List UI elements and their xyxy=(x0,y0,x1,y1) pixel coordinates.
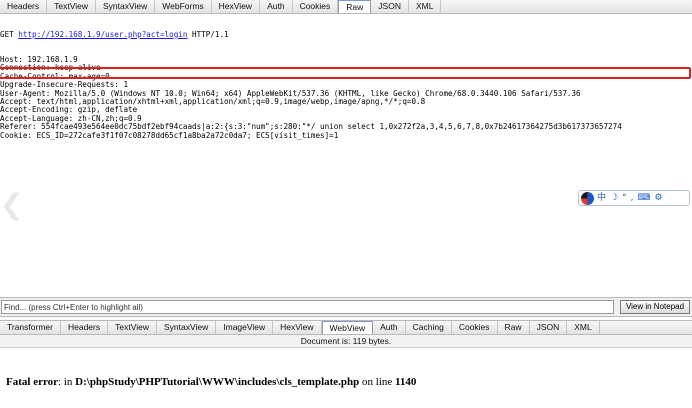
ime-chinese-mode-icon[interactable]: 中 xyxy=(597,191,606,205)
ime-moon-icon[interactable]: ☽ xyxy=(610,191,618,205)
ime-punctuation-icon[interactable]: , xyxy=(631,191,634,205)
ime-logo-icon[interactable] xyxy=(581,191,594,205)
response-tab-webview[interactable]: WebView xyxy=(321,321,374,334)
request-method: GET xyxy=(0,30,19,39)
ime-settings-icon[interactable]: ⚙ xyxy=(654,191,662,205)
request-tab-raw[interactable]: Raw xyxy=(338,0,372,13)
request-tab-webforms[interactable]: WebForms xyxy=(155,0,212,13)
request-header-line: User-Agent: Mozilla/5.0 (Windows NT 10.0… xyxy=(0,89,581,98)
request-tab-headers[interactable]: Headers xyxy=(0,0,48,13)
request-tab-xml[interactable]: XML xyxy=(409,0,442,13)
error-text: on line xyxy=(359,376,396,388)
request-header-line: Host: 192.168.1.9 xyxy=(0,56,78,65)
response-tab-cookies[interactable]: Cookies xyxy=(452,321,498,334)
referer-highlight-box xyxy=(0,67,691,79)
ime-toolbar[interactable]: 中 ☽ °, ⌨ ⚙ xyxy=(578,190,690,206)
response-tab-headers[interactable]: Headers xyxy=(61,321,109,334)
error-file-path: D:\phpStudy\PHPTutorial\WWW\includes\cls… xyxy=(75,376,360,388)
response-tab-hexview[interactable]: HexView xyxy=(273,321,322,334)
error-text: : in xyxy=(58,376,76,388)
raw-request-view[interactable]: GET http://192.168.1.9/user.php?act=logi… xyxy=(0,14,692,296)
request-header-line: Referer: 554fcae493e564ee0dc75bdf2ebf94c… xyxy=(0,123,622,132)
response-webview: Fatal error: in D:\phpStudy\PHPTutorial\… xyxy=(6,376,686,388)
ime-degree-icon[interactable]: ° xyxy=(622,191,627,205)
fatal-error-label: Fatal error xyxy=(6,376,59,388)
request-header-line: Upgrade-Insecure-Requests: 1 xyxy=(0,81,129,90)
response-tab-imageview[interactable]: ImageView xyxy=(216,321,274,334)
response-tab-transformer[interactable]: Transformer xyxy=(0,321,61,334)
request-url-link[interactable]: http://192.168.1.9/user.php?act=login xyxy=(18,31,187,39)
response-tab-caching[interactable]: Caching xyxy=(406,321,452,334)
request-header-line: Accept-Encoding: gzip, deflate xyxy=(0,106,138,115)
response-tab-syntaxview[interactable]: SyntaxView xyxy=(157,321,217,334)
request-tab-bar: Headers TextView SyntaxView WebForms HexView… xyxy=(0,0,692,14)
request-tab-auth[interactable]: Auth xyxy=(260,0,293,13)
ime-keyboard-icon[interactable]: ⌨ xyxy=(637,191,650,205)
request-tab-hexview[interactable]: HexView xyxy=(212,0,261,13)
request-protocol: HTTP/1.1 xyxy=(187,30,229,39)
response-tab-bar: Transformer Headers TextView SyntaxView Imag… xyxy=(0,320,692,335)
request-header-line: Accept-Language: zh-CN,zh;q=0.9 xyxy=(0,114,142,123)
find-input[interactable] xyxy=(1,300,614,314)
document-size-status: Document is: 119 bytes. xyxy=(0,335,692,348)
request-line: GET http://192.168.1.9/user.php?act=logi… xyxy=(0,31,692,39)
request-tab-textview[interactable]: TextView xyxy=(47,0,96,13)
request-tab-syntaxview[interactable]: SyntaxView xyxy=(96,0,156,13)
chevron-left-icon[interactable]: ❮ xyxy=(0,190,23,220)
response-tab-json[interactable]: JSON xyxy=(530,321,568,334)
find-bar: View in Notepad xyxy=(0,297,692,317)
response-tab-raw[interactable]: Raw xyxy=(498,321,530,334)
error-line-number: 1140 xyxy=(395,376,417,388)
response-tab-xml[interactable]: XML xyxy=(567,321,600,334)
response-tab-auth[interactable]: Auth xyxy=(373,321,406,334)
response-tab-textview[interactable]: TextView xyxy=(108,321,157,334)
request-header-line: Cookie: ECS_ID=272cafe3f1f07c08278dd65cf… xyxy=(0,131,339,140)
request-tab-cookies[interactable]: Cookies xyxy=(293,0,339,13)
request-tab-json[interactable]: JSON xyxy=(371,0,409,13)
request-header-line: Accept: text/html,application/xhtml+xml,… xyxy=(0,97,426,106)
view-in-notepad-button[interactable]: View in Notepad xyxy=(620,300,690,314)
